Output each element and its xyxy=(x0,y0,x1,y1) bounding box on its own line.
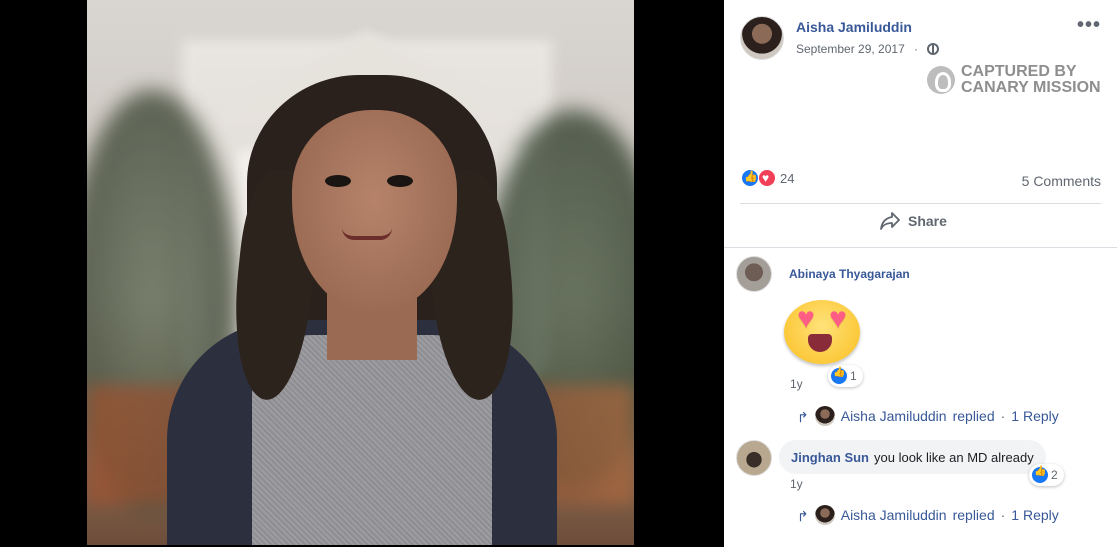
comment-like-badge[interactable]: 2 xyxy=(1029,464,1064,486)
heart-eye-icon: ♥ xyxy=(829,302,847,335)
watermark-line-1: CAPTURED BY xyxy=(961,63,1077,80)
comment-like-count: 2 xyxy=(1051,468,1058,482)
reply-separator: · xyxy=(1000,507,1006,523)
commenter-avatar[interactable] xyxy=(736,440,772,476)
comments-count-link[interactable]: 5 Comments xyxy=(1022,173,1101,189)
commenter-avatar[interactable] xyxy=(736,256,772,292)
comment-timestamp[interactable]: 1y xyxy=(790,477,803,491)
share-icon xyxy=(880,212,900,230)
commenter-name[interactable]: Abinaya Thyagarajan xyxy=(789,267,910,281)
view-replies-link[interactable]: ↳ Aisha Jamiluddin replied · 1 Reply xyxy=(797,505,1059,525)
photo-viewer xyxy=(0,0,724,547)
reply-arrow-icon: ↳ xyxy=(797,408,809,425)
watermark-text: CAPTURED BY CANARY MISSION xyxy=(961,64,1101,96)
divider xyxy=(724,247,1117,248)
reply-author: Aisha Jamiluddin xyxy=(840,507,947,523)
comment-bubble: Jinghan Sun you look like an MD already xyxy=(779,440,1046,474)
comment-like-badge[interactable]: 1 xyxy=(828,365,863,387)
person-eye xyxy=(387,175,413,187)
reply-action: replied xyxy=(952,408,995,424)
reply-separator: · xyxy=(1000,408,1006,424)
share-button[interactable]: Share xyxy=(880,212,947,230)
person-eye xyxy=(325,175,351,187)
like-icon xyxy=(831,367,847,384)
post-detail-panel: Aisha Jamiluddin September 29, 2017 · ••… xyxy=(724,0,1117,547)
author-name[interactable]: Aisha Jamiluddin xyxy=(796,19,912,35)
like-icon xyxy=(1032,466,1048,483)
reply-avatar xyxy=(814,406,835,426)
reply-author: Aisha Jamiluddin xyxy=(840,408,947,424)
comment-timestamp[interactable]: 1y xyxy=(790,377,803,391)
canary-logo-icon xyxy=(927,66,955,94)
view-replies-link[interactable]: ↳ Aisha Jamiluddin replied · 1 Reply xyxy=(797,406,1059,426)
love-icon[interactable] xyxy=(758,169,776,187)
reply-action: replied xyxy=(952,507,995,523)
date-separator: · xyxy=(914,42,918,56)
reaction-count[interactable]: 24 xyxy=(780,171,794,186)
watermark-line-2: CANARY MISSION xyxy=(961,79,1101,96)
reply-count: 1 Reply xyxy=(1011,408,1059,424)
reply-count: 1 Reply xyxy=(1011,507,1059,523)
heart-eye-icon: ♥ xyxy=(797,302,815,335)
reply-avatar xyxy=(814,505,835,525)
commenter-name[interactable]: Jinghan Sun xyxy=(791,450,869,465)
person-smile xyxy=(342,228,392,240)
reply-arrow-icon: ↳ xyxy=(797,507,809,524)
post-photo[interactable] xyxy=(87,0,634,545)
comment-like-count: 1 xyxy=(850,369,857,383)
watermark: CAPTURED BY CANARY MISSION xyxy=(927,64,1101,96)
post-date[interactable]: September 29, 2017 xyxy=(796,42,905,56)
like-icon[interactable] xyxy=(741,169,759,187)
person-face xyxy=(292,110,457,310)
globe-icon[interactable] xyxy=(927,43,939,55)
heart-eyes-emoji-icon: ♥ ♥ xyxy=(780,296,864,366)
more-options-icon[interactable]: ••• xyxy=(1077,15,1101,35)
author-avatar[interactable] xyxy=(740,16,784,60)
comment-text: you look like an MD already xyxy=(874,449,1034,465)
divider xyxy=(740,203,1101,204)
share-label: Share xyxy=(908,213,947,229)
